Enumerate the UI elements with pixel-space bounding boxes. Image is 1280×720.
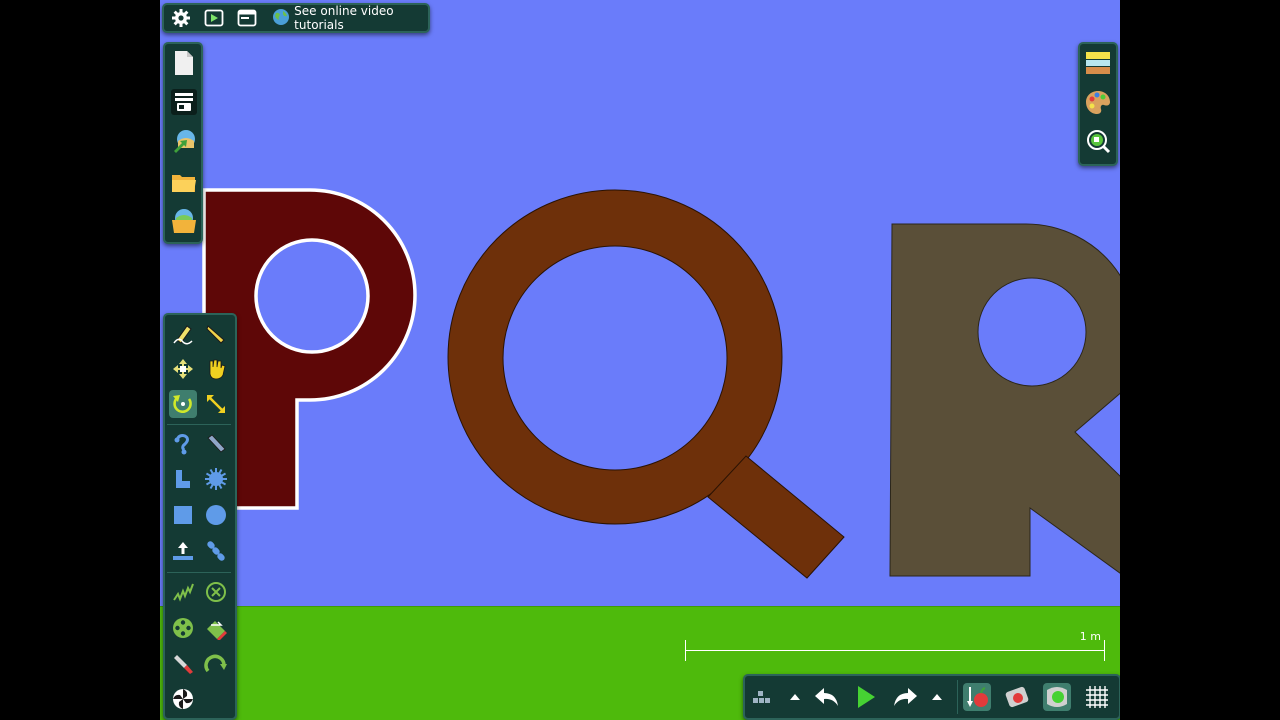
box-tool-icon[interactable] — [169, 501, 197, 529]
move-tool-icon[interactable] — [169, 355, 197, 383]
rope-tool-icon[interactable] — [169, 430, 197, 458]
tracer-tool-icon[interactable] — [169, 685, 197, 713]
save-icon[interactable] — [171, 208, 197, 234]
simulation-toolbar — [743, 674, 1120, 720]
drag-tool-icon[interactable] — [202, 355, 230, 383]
spring-tool-icon[interactable] — [169, 578, 197, 606]
grid-toggle-icon[interactable] — [747, 683, 775, 711]
scale-bar: 1 m — [685, 630, 1105, 661]
collision-icon[interactable] — [1043, 683, 1071, 711]
zoom-icon[interactable] — [1085, 128, 1111, 154]
hinge-tool-icon[interactable] — [202, 650, 230, 678]
letter-q[interactable] — [447, 189, 845, 579]
tutorials-label: See online video tutorials — [294, 4, 394, 32]
fixate-tool-icon[interactable] — [202, 578, 230, 606]
file-panel — [163, 42, 203, 244]
play-button-icon[interactable] — [851, 683, 879, 711]
sketch-tool-icon[interactable] — [169, 320, 197, 348]
laser-tool-icon[interactable] — [169, 650, 197, 678]
axle-tool-icon[interactable] — [169, 614, 197, 642]
scale-tool-icon[interactable] — [202, 390, 230, 418]
view-panel — [1078, 42, 1118, 166]
options-up-arrow-icon[interactable] — [923, 683, 951, 711]
redo-icon[interactable] — [891, 683, 919, 711]
air-friction-icon[interactable] — [1003, 683, 1031, 711]
app-canvas[interactable]: 1 m See online video tutorials — [160, 0, 1120, 720]
tool-panel — [163, 313, 237, 720]
chain-tool-icon[interactable] — [202, 537, 230, 565]
menu-icon[interactable] — [171, 89, 197, 115]
globe-icon — [272, 8, 290, 29]
import-icon[interactable] — [171, 128, 197, 154]
circle-tool-icon[interactable] — [202, 501, 230, 529]
gear-tool-icon[interactable] — [202, 465, 230, 493]
top-toolbar: See online video tutorials — [162, 3, 430, 33]
letter-r[interactable] — [889, 223, 1120, 577]
scene — [202, 188, 1120, 579]
new-scene-icon[interactable] — [171, 50, 197, 76]
layers-icon[interactable] — [1085, 50, 1111, 76]
thruster-tool-icon[interactable] — [169, 537, 197, 565]
play-icon[interactable] — [203, 6, 224, 30]
grid-icon[interactable] — [1083, 683, 1111, 711]
gear-icon[interactable] — [170, 6, 191, 30]
tutorials-link[interactable]: See online video tutorials — [272, 4, 428, 32]
rotate-tool-icon[interactable] — [169, 390, 197, 418]
folder-icon[interactable] — [171, 170, 197, 196]
window-icon[interactable] — [237, 6, 258, 30]
knife-tool-icon[interactable] — [202, 320, 230, 348]
scale-label: 1 m — [1079, 630, 1101, 643]
speed-up-arrow-icon[interactable] — [781, 683, 809, 711]
palette-icon[interactable] — [1085, 89, 1111, 115]
undo-icon[interactable] — [813, 683, 841, 711]
plane-tool-icon[interactable] — [202, 430, 230, 458]
eraser-tool-icon[interactable] — [202, 614, 230, 642]
gravity-icon[interactable] — [963, 683, 991, 711]
polygon-tool-icon[interactable] — [169, 465, 197, 493]
